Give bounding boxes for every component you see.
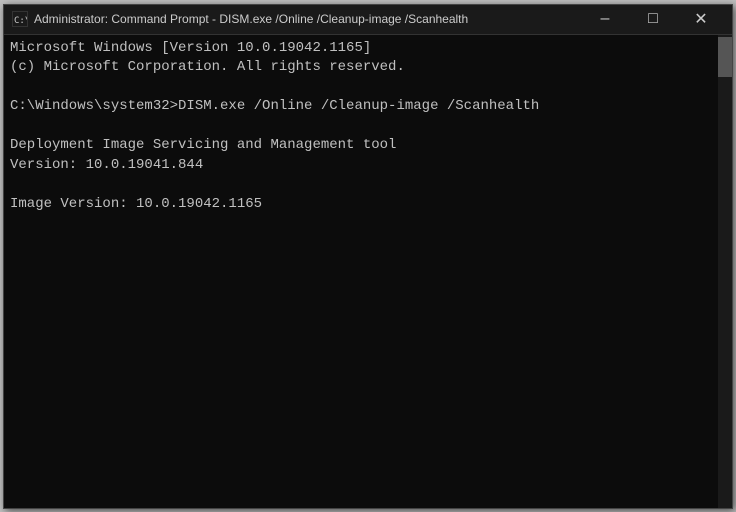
title-bar-controls: – □ ✕ <box>582 5 724 33</box>
title-bar: C:\ Administrator: Command Prompt - DISM… <box>4 5 732 35</box>
console-output: Microsoft Windows [Version 10.0.19042.11… <box>4 35 732 508</box>
cmd-window: C:\ Administrator: Command Prompt - DISM… <box>3 4 733 509</box>
title-bar-left: C:\ Administrator: Command Prompt - DISM… <box>12 11 468 27</box>
svg-text:C:\: C:\ <box>14 16 27 26</box>
close-button[interactable]: ✕ <box>678 5 724 33</box>
window-title: Administrator: Command Prompt - DISM.exe… <box>34 12 468 26</box>
console-text: Microsoft Windows [Version 10.0.19042.11… <box>10 39 726 215</box>
cmd-icon: C:\ <box>12 11 28 27</box>
scrollbar[interactable] <box>718 35 732 508</box>
maximize-button[interactable]: □ <box>630 5 676 33</box>
scrollbar-thumb[interactable] <box>718 37 732 77</box>
minimize-button[interactable]: – <box>582 5 628 33</box>
